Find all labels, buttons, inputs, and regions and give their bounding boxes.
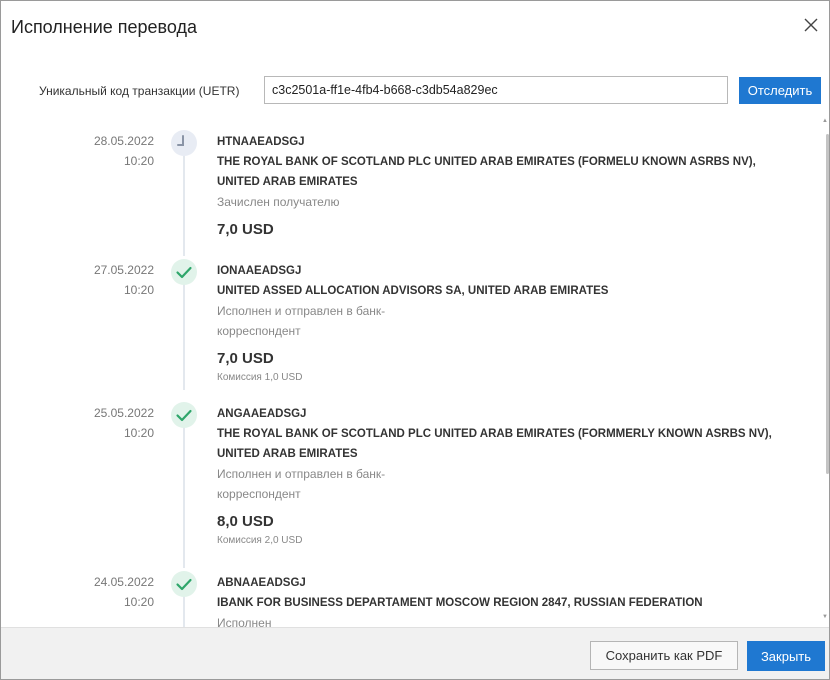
event-bic: ABNAAEADSGJ <box>217 577 306 589</box>
event-date: 28.05.2022 10:20 <box>93 134 154 168</box>
event-status: Исполнен <box>217 616 272 627</box>
transfer-execution-dialog: Исполнение перевода Уникальный код транз… <box>0 0 830 680</box>
track-button[interactable]: Отследить <box>739 77 821 104</box>
event-details: ABNAAEADSGJ IBANK FOR BUSINESS DEPARTAME… <box>217 573 807 627</box>
checkmark-icon <box>171 402 197 428</box>
close-icon[interactable] <box>801 15 821 35</box>
event-amount: 7,0 USD <box>217 350 274 367</box>
event-status: Зачислен получателю <box>217 195 340 209</box>
timeline-connector <box>183 425 185 568</box>
uetr-input[interactable] <box>264 76 728 104</box>
event-status: Исполнен и отправлен в банк- <box>217 304 386 318</box>
event-date: 25.05.2022 10:20 <box>93 406 154 440</box>
event-details: IONAAEADSGJ UNITED ASSED ALLOCATION ADVI… <box>217 261 807 385</box>
event-status: корреспондент <box>217 324 301 338</box>
event-bank: IBANK FOR BUSINESS DEPARTAMENT MOSCOW RE… <box>217 597 703 609</box>
event-status: корреспондент <box>217 487 301 501</box>
vertical-scrollbar[interactable]: ▲ ▼ <box>819 114 829 627</box>
event-bic: ANGAAEADSGJ <box>217 408 307 420</box>
event-status: Исполнен и отправлен в банк- <box>217 467 386 481</box>
uetr-label: Уникальный код транзакции (UETR) <box>39 84 240 98</box>
event-details: HTNAAEADSGJ THE ROYAL BANK OF SCOTLAND P… <box>217 132 807 240</box>
checkmark-icon <box>171 571 197 597</box>
event-commission: Комиссия 2,0 USD <box>217 535 303 546</box>
close-button[interactable]: Закрыть <box>747 641 825 671</box>
pending-clock-icon <box>171 130 197 156</box>
event-bic: HTNAAEADSGJ <box>217 136 305 148</box>
event-bank: UNITED ASSED ALLOCATION ADVISORS SA, UNI… <box>217 285 609 297</box>
event-date: 27.05.2022 10:20 <box>93 263 154 297</box>
event-bank: THE ROYAL BANK OF SCOTLAND PLC UNITED AR… <box>217 156 756 168</box>
dialog-title: Исполнение перевода <box>11 17 198 37</box>
scroll-up-arrow-icon[interactable]: ▲ <box>822 118 828 124</box>
checkmark-icon <box>171 259 197 285</box>
event-commission: Комиссия 1,0 USD <box>217 372 303 383</box>
event-details: ANGAAEADSGJ THE ROYAL BANK OF SCOTLAND P… <box>217 404 807 548</box>
event-amount: 8,0 USD <box>217 513 274 530</box>
scrollbar-thumb[interactable] <box>826 134 829 474</box>
timeline-connector <box>183 283 185 390</box>
event-amount: 7,0 USD <box>217 221 274 238</box>
event-bic: IONAAEADSGJ <box>217 265 302 277</box>
event-date: 24.05.2022 10:20 <box>93 575 154 609</box>
event-bank: UNITED ARAB EMIRATES <box>217 448 358 460</box>
save-pdf-button[interactable]: Сохранить как PDF <box>590 641 738 670</box>
event-bank: UNITED ARAB EMIRATES <box>217 176 358 188</box>
timeline-connector <box>183 140 185 256</box>
scroll-down-arrow-icon[interactable]: ▼ <box>822 614 828 620</box>
dialog-footer: Сохранить как PDF Закрыть <box>1 627 829 679</box>
timeline-scroll-area[interactable]: 28.05.2022 10:20 HTNAAEADSGJ THE ROYAL B… <box>1 114 829 627</box>
timeline-connector <box>183 595 185 627</box>
event-bank: THE ROYAL BANK OF SCOTLAND PLC UNITED AR… <box>217 428 772 440</box>
